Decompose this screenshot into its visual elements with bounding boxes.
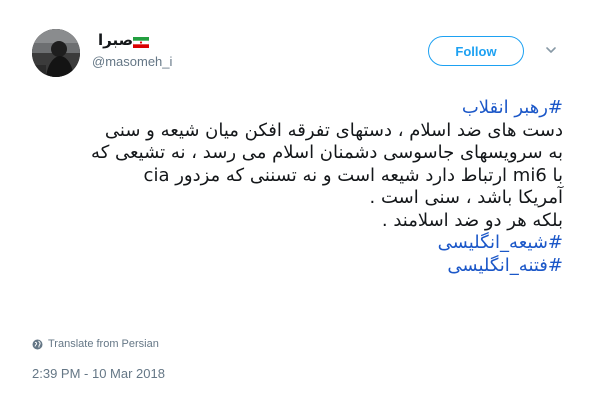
iran-flag-icon: [132, 35, 150, 49]
hashtag-link[interactable]: #فتنه_انگلیسی: [447, 255, 563, 276]
avatar[interactable]: [32, 29, 80, 77]
follow-button[interactable]: Follow: [428, 36, 524, 66]
author-name-row[interactable]: صبرا: [92, 30, 150, 50]
tweet-text-line: دست های ضد اسلام ، دستهای تفرقه افکن میا…: [104, 119, 563, 141]
author-handle[interactable]: @masomeh_i: [92, 54, 172, 69]
tweet-text-line: با mi6 ارتباط دارد شیعه است و نه تسننی ک…: [143, 164, 563, 186]
chevron-down-icon[interactable]: [544, 43, 558, 57]
tweet-text: #رهبر انقلاب دست های ضد اسلام ، دستهای ت…: [18, 97, 563, 277]
tweet-text-line: به سرویسهای جاسوسی دشمنان اسلام می رسد ،…: [91, 142, 563, 163]
translate-label[interactable]: Translate from Persian: [48, 338, 159, 350]
tweet-text-line: بلکه هر دو ضد اسلامند .: [381, 209, 563, 231]
translate-link[interactable]: Translate from Persian: [32, 337, 159, 351]
tweet-text-line: آمریکا باشد ، سنی است .: [369, 187, 563, 208]
tweet-timestamp[interactable]: 2:39 PM - 10 Mar 2018: [32, 366, 165, 381]
hashtag-link[interactable]: #رهبر انقلاب: [462, 97, 563, 118]
hashtag-link[interactable]: #شیعه_انگلیسی: [438, 232, 563, 253]
display-name[interactable]: صبرا: [98, 31, 133, 49]
globe-icon: [32, 339, 43, 350]
tweet-card: صبرا @masomeh_i Follow #رهبر انقلاب دست …: [0, 0, 593, 402]
